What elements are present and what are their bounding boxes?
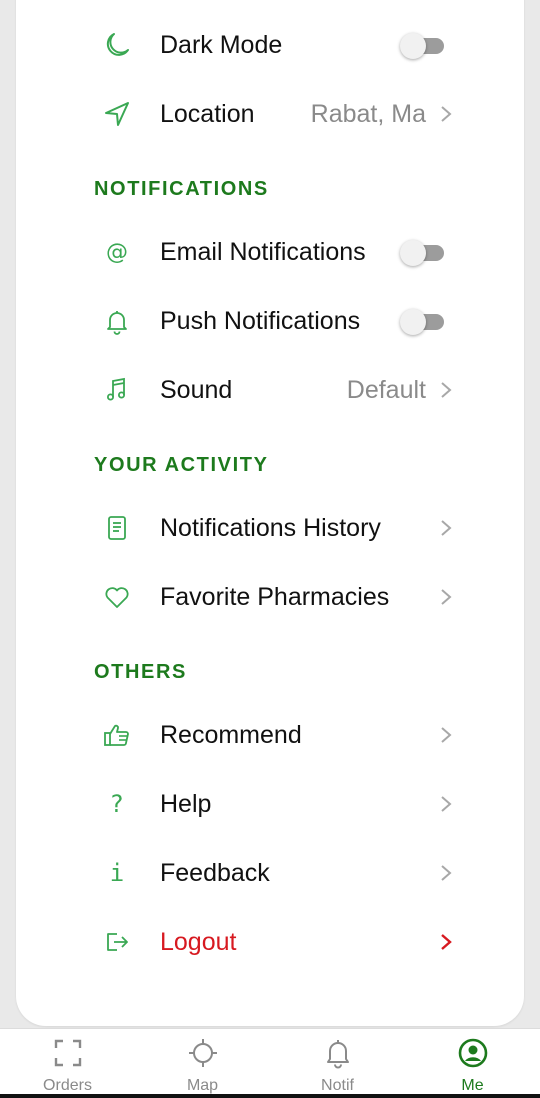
sound-label: Sound <box>160 376 233 404</box>
navigation-arrow-icon <box>100 84 134 144</box>
logout-label: Logout <box>160 928 237 956</box>
svg-text:?: ? <box>111 790 124 818</box>
chevron-right-icon <box>436 567 456 627</box>
user-circle-icon <box>405 1035 540 1071</box>
tab-notif[interactable]: Notif <box>270 1029 405 1098</box>
sound-value: Default <box>346 376 426 404</box>
thumbs-up-icon <box>100 705 134 765</box>
logout-icon <box>100 912 134 972</box>
push-notifications-toggle[interactable] <box>400 309 446 335</box>
dark-mode-toggle[interactable] <box>400 33 446 59</box>
svg-text:i: i <box>110 859 124 887</box>
sound-row[interactable]: Sound Default <box>16 360 524 420</box>
toggle-knob <box>400 309 426 335</box>
chevron-right-icon <box>436 360 456 420</box>
heart-icon <box>100 567 134 627</box>
email-notifications-toggle[interactable] <box>400 240 446 266</box>
chevron-right-icon <box>436 705 456 765</box>
svg-text:@: @ <box>106 240 128 265</box>
tab-me-label: Me <box>461 1077 484 1094</box>
chevron-right-icon <box>436 84 456 144</box>
logout-row[interactable]: Logout <box>16 912 524 972</box>
bottom-tab-bar: Orders Map Notif Me <box>0 1028 540 1098</box>
section-notifications-title: NOTIFICATIONS <box>94 178 269 200</box>
crosshair-icon <box>135 1035 270 1071</box>
tab-orders-label: Orders <box>43 1077 92 1094</box>
chevron-right-icon <box>436 912 456 972</box>
help-label: Help <box>160 790 212 818</box>
at-sign-icon: @ <box>100 222 134 282</box>
music-note-icon <box>100 360 134 420</box>
chevron-right-icon <box>436 843 456 903</box>
location-row[interactable]: Location Rabat, Ma <box>16 84 524 144</box>
settings-card: Dark Mode Location Rabat, Ma NOTIFICATIO… <box>16 0 524 1026</box>
notifications-history-row[interactable]: Notifications History <box>16 498 524 558</box>
location-value: Rabat, Ma <box>310 100 426 128</box>
help-row[interactable]: ? Help <box>16 774 524 834</box>
section-activity-title: YOUR ACTIVITY <box>94 454 269 476</box>
notifications-history-label: Notifications History <box>160 514 381 542</box>
push-notifications-row[interactable]: Push Notifications <box>16 291 524 351</box>
email-notifications-label: Email Notifications <box>160 238 366 266</box>
chevron-right-icon <box>436 498 456 558</box>
home-indicator-bar <box>0 1094 540 1098</box>
feedback-label: Feedback <box>160 859 270 887</box>
tab-map[interactable]: Map <box>135 1029 270 1098</box>
location-label: Location <box>160 100 255 128</box>
feedback-row[interactable]: i Feedback <box>16 843 524 903</box>
bell-icon <box>270 1035 405 1071</box>
toggle-knob <box>400 240 426 266</box>
tab-orders[interactable]: Orders <box>0 1029 135 1098</box>
section-others-title: OTHERS <box>94 661 187 683</box>
favorite-pharmacies-label: Favorite Pharmacies <box>160 583 390 611</box>
info-icon: i <box>100 843 134 903</box>
recommend-row[interactable]: Recommend <box>16 705 524 765</box>
moon-icon <box>100 15 134 75</box>
chevron-right-icon <box>436 774 456 834</box>
question-icon: ? <box>100 774 134 834</box>
dark-mode-row[interactable]: Dark Mode <box>16 15 524 75</box>
tab-notif-label: Notif <box>321 1077 354 1094</box>
email-notifications-row[interactable]: @ Email Notifications <box>16 222 524 282</box>
bell-icon <box>100 291 134 351</box>
tab-me[interactable]: Me <box>405 1029 540 1098</box>
recommend-label: Recommend <box>160 721 302 749</box>
push-notifications-label: Push Notifications <box>160 307 361 335</box>
dark-mode-label: Dark Mode <box>160 31 283 59</box>
toggle-knob <box>400 33 426 59</box>
favorite-pharmacies-row[interactable]: Favorite Pharmacies <box>16 567 524 627</box>
scan-frame-icon <box>0 1035 135 1071</box>
document-icon <box>100 498 134 558</box>
tab-map-label: Map <box>186 1077 219 1094</box>
